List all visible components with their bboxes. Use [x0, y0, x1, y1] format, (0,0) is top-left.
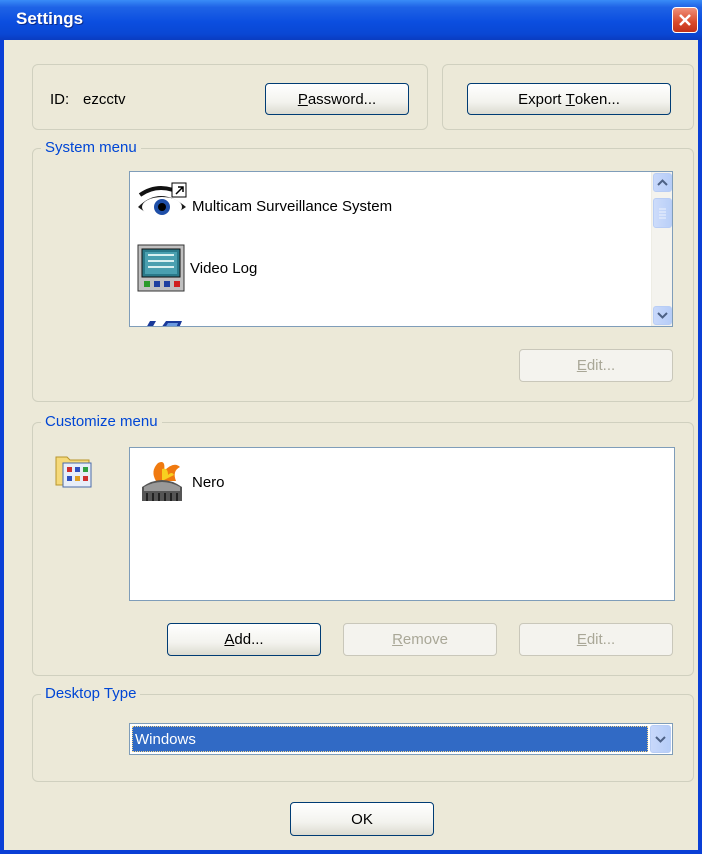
- grip-icon: [659, 208, 666, 219]
- remove-button[interactable]: Remove: [343, 623, 497, 656]
- system-menu-legend: System menu: [41, 139, 141, 157]
- chevron-down-icon: [657, 312, 668, 319]
- ok-button[interactable]: OK: [290, 802, 434, 836]
- password-button[interactable]: Password...: [265, 83, 409, 115]
- export-token-button[interactable]: Export Token...: [467, 83, 671, 115]
- system-edit-button[interactable]: Edit...: [519, 349, 673, 382]
- id-label: ID:: [50, 91, 70, 108]
- close-button[interactable]: [672, 7, 698, 33]
- desktop-type-group: Desktop Type Windows: [32, 685, 694, 782]
- video-log-icon: [137, 244, 185, 292]
- list-item[interactable]: Video Log: [136, 238, 257, 298]
- window-title: Settings: [16, 9, 84, 28]
- scroll-down-button[interactable]: [653, 306, 672, 325]
- customize-edit-button[interactable]: Edit...: [519, 623, 673, 656]
- settings-dialog: Settings ID: ezcctv Password... Export T…: [0, 0, 702, 854]
- list-item-label: Video Log: [190, 259, 258, 277]
- chevron-down-icon: [655, 736, 666, 743]
- customize-menu-legend: Customize menu: [41, 413, 162, 431]
- chevron-up-icon: [657, 179, 668, 186]
- system-menu-scrollbar[interactable]: [651, 172, 672, 326]
- list-item-label: Multicam Surveillance System: [192, 197, 393, 215]
- customize-menu-group: Customize menu Nero A dd... R emove E di…: [32, 413, 694, 676]
- list-item[interactable]: [136, 298, 186, 326]
- id-value: ezcctv: [83, 91, 126, 108]
- close-icon: [679, 14, 691, 26]
- desktop-type-select[interactable]: Windows: [129, 723, 673, 755]
- dropdown-button[interactable]: [650, 725, 671, 753]
- system-menu-list[interactable]: Multicam Surveillance System Video Log: [129, 171, 673, 327]
- scroll-thumb[interactable]: [653, 198, 672, 228]
- account-group: ID: ezcctv Password...: [32, 64, 428, 130]
- customize-menu-list[interactable]: Nero: [129, 447, 675, 601]
- export-group: Export Token...: [442, 64, 694, 130]
- scroll-up-button[interactable]: [653, 173, 672, 192]
- partial-icon: [147, 321, 182, 326]
- system-menu-group: System menu Multicam Surveillance System: [32, 139, 694, 402]
- desktop-type-value: Windows: [132, 726, 648, 752]
- eye-icon: [138, 182, 187, 217]
- add-button[interactable]: Add...: [167, 623, 321, 656]
- list-item[interactable]: Multicam Surveillance System: [136, 176, 392, 236]
- list-item-label: Nero: [192, 473, 225, 491]
- list-item[interactable]: Nero: [136, 452, 225, 512]
- folder-icon: [55, 456, 92, 488]
- desktop-type-legend: Desktop Type: [41, 685, 141, 703]
- title-bar[interactable]: Settings: [0, 0, 702, 40]
- nero-icon: [142, 462, 182, 501]
